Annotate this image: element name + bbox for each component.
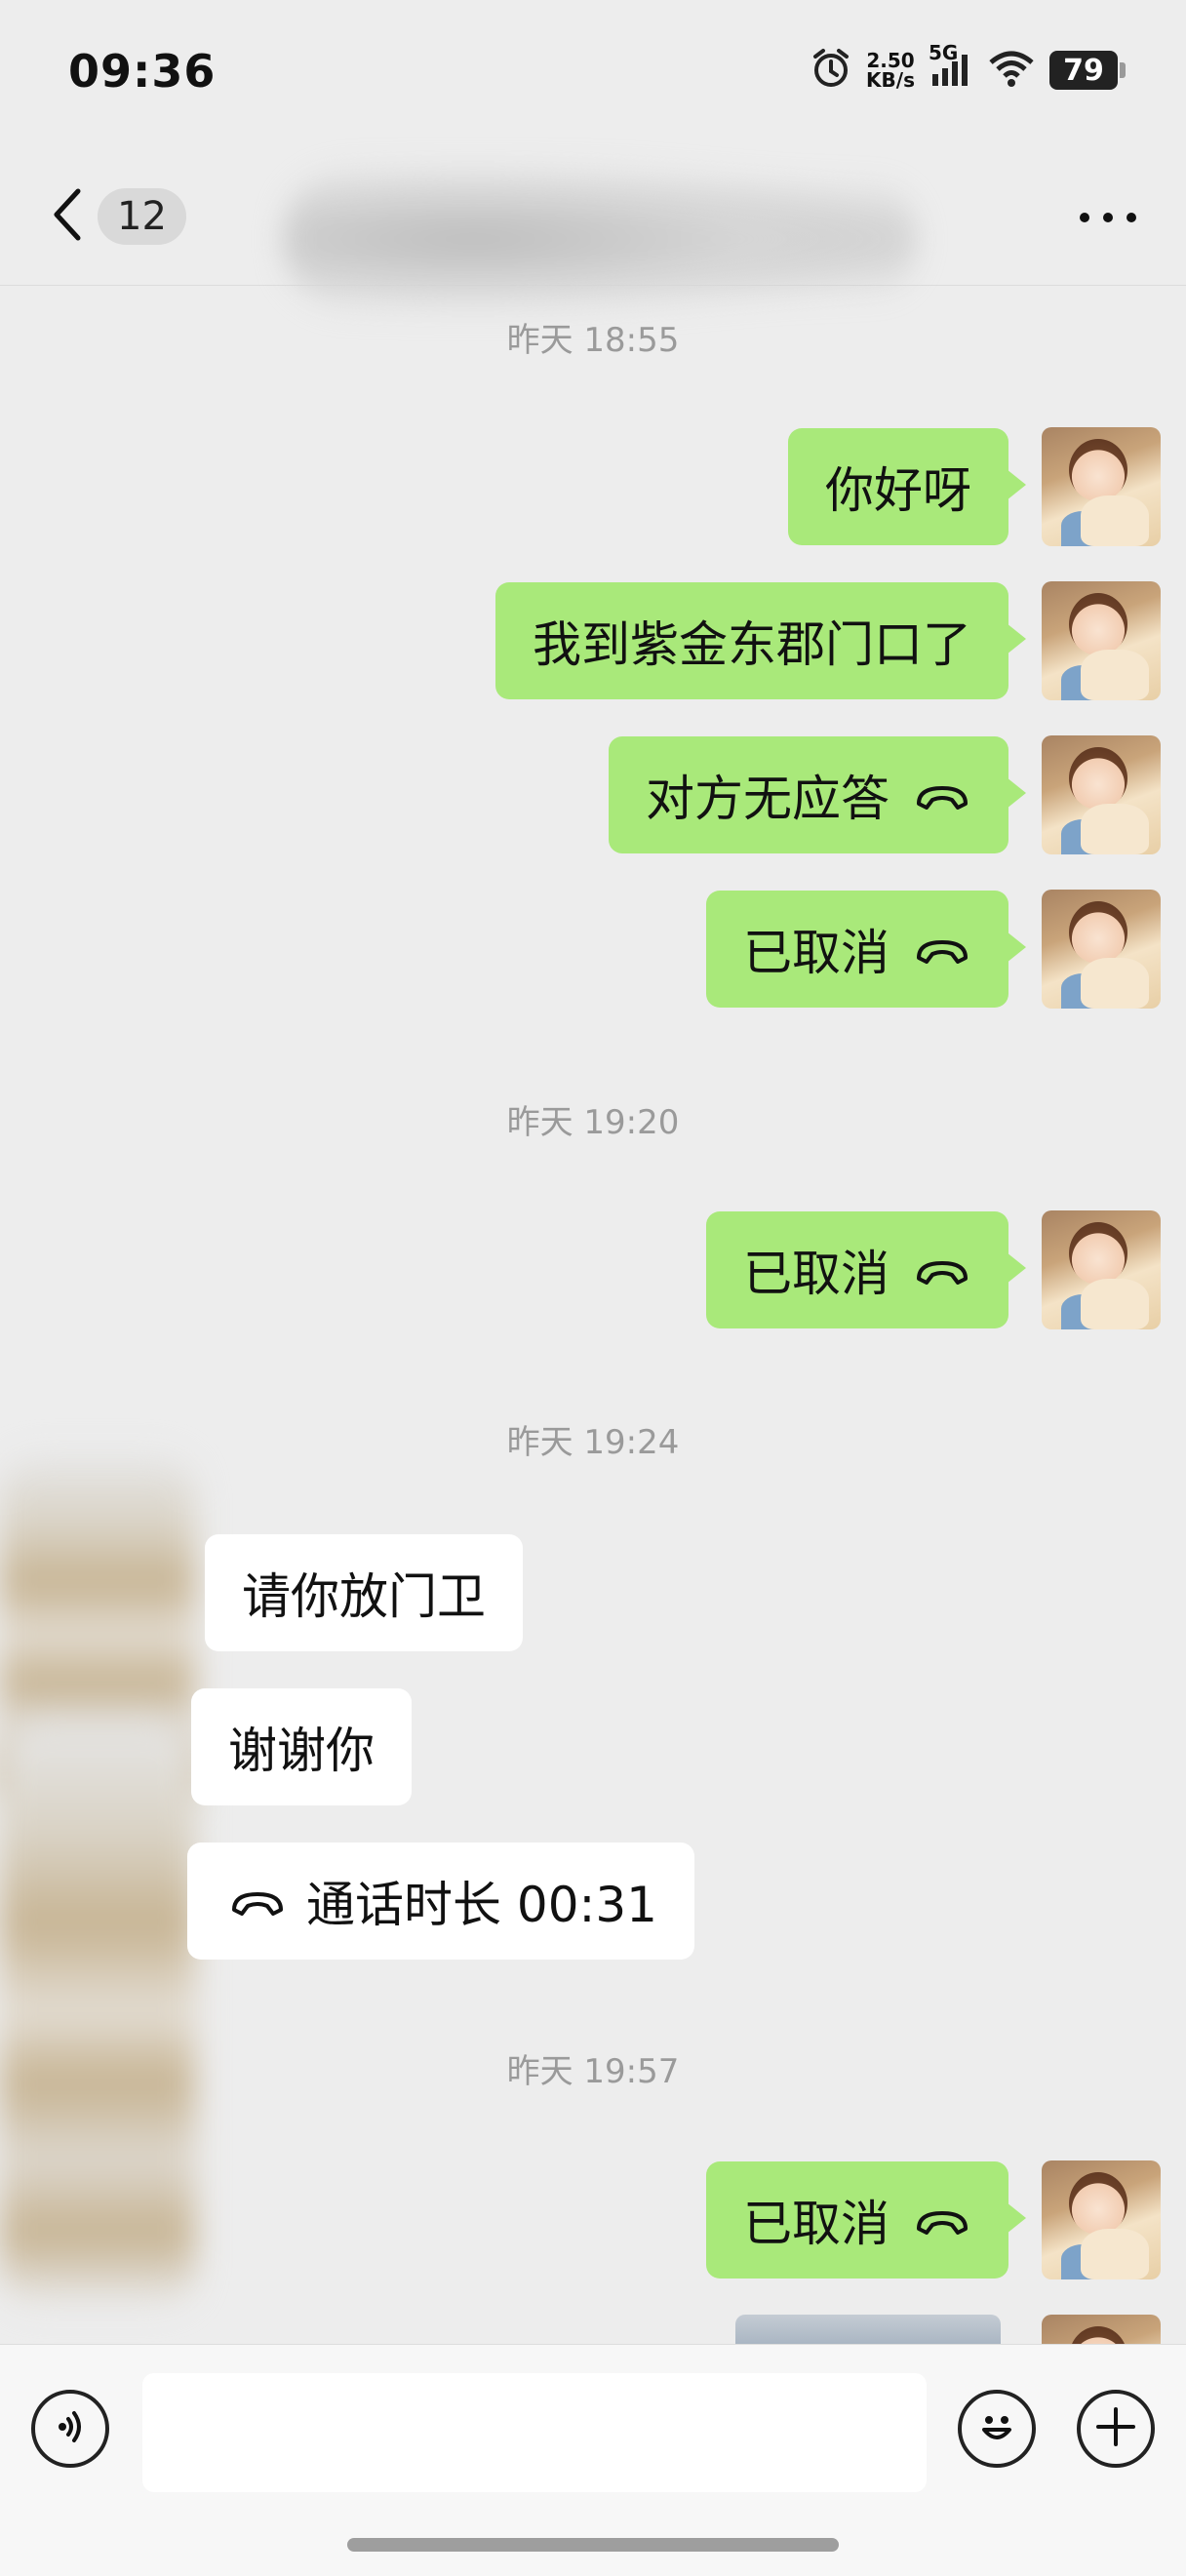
phone-hangup-icon — [228, 1873, 287, 1929]
message-bubble[interactable]: 已取消 — [706, 2161, 1026, 2279]
net-speed-unit: KB/s — [866, 68, 915, 92]
message-timestamp: 昨天 19:20 — [506, 1103, 680, 1142]
message-input[interactable] — [142, 2373, 927, 2492]
message-timestamp: 昨天 19:24 — [506, 1423, 680, 1462]
message-bubble[interactable]: 已取消 — [706, 891, 1026, 1008]
avatar[interactable] — [1042, 735, 1161, 854]
outgoing-call-message: 已取消 — [706, 890, 1161, 1009]
incoming-message: 请你放门卫 — [205, 1534, 523, 1651]
back-button[interactable]: 12 — [49, 185, 186, 248]
message-bubble[interactable]: 已取消 — [706, 1211, 1026, 1328]
avatar[interactable] — [1042, 427, 1161, 546]
voice-icon — [51, 2407, 90, 2450]
input-bar — [0, 2344, 1186, 2576]
message-text: 对方无应答 — [646, 771, 890, 827]
message-text: 已取消 — [743, 2196, 890, 2252]
sender-avatar-blurred[interactable] — [0, 1720, 195, 2305]
outgoing-message: 你好呀 — [788, 427, 1161, 546]
status-time: 09:36 — [68, 45, 217, 98]
emoji-button[interactable] — [958, 2390, 1036, 2468]
incoming-call-message: 通话时长 00:31 — [187, 1843, 694, 1960]
more-options-button[interactable] — [1079, 197, 1137, 223]
incoming-message: 谢谢你 — [191, 1688, 412, 1805]
emoji-icon — [972, 2402, 1021, 2455]
message-timestamp: 昨天 18:55 — [506, 321, 680, 360]
phone-hangup-icon — [913, 767, 971, 823]
message-text: 请你放门卫 — [242, 1568, 486, 1625]
avatar[interactable] — [1042, 890, 1161, 1009]
message-text: 我到紫金东郡门口了 — [533, 616, 971, 673]
chevron-left-icon — [49, 185, 84, 248]
message-text: 已取消 — [743, 925, 890, 981]
message-text: 你好呀 — [825, 462, 971, 519]
message-bubble[interactable]: 你好呀 — [788, 428, 1026, 545]
message-bubble[interactable]: 对方无应答 — [609, 736, 1026, 853]
message-list[interactable]: 昨天 18:55 你好呀 我到紫金东郡门口了 对方无应答 已取消 昨天 19:2… — [0, 286, 1186, 2344]
network-type: 5G — [929, 41, 959, 64]
message-bubble[interactable]: 通话时长 00:31 — [187, 1843, 694, 1960]
alarm-icon — [810, 47, 852, 94]
more-dots-icon — [1079, 178, 1137, 235]
avatar[interactable] — [1042, 1210, 1161, 1329]
message-timestamp: 昨天 19:57 — [506, 2052, 680, 2091]
outgoing-call-message: 对方无应答 — [609, 735, 1161, 854]
avatar[interactable] — [1042, 2160, 1161, 2279]
unread-count-badge: 12 — [98, 188, 186, 245]
plus-icon — [1094, 2399, 1137, 2458]
message-bubble[interactable]: 请你放门卫 — [205, 1534, 523, 1651]
message-text: 谢谢你 — [228, 1723, 375, 1779]
avatar[interactable] — [1042, 581, 1161, 700]
avatar[interactable] — [1042, 2315, 1161, 2344]
message-bubble[interactable]: 我到紫金东郡门口了 — [495, 582, 1026, 699]
net-speed: 2.50 KB/s — [866, 51, 915, 90]
message-text: 通话时长 00:31 — [306, 1877, 657, 1933]
battery-indicator: 79 — [1049, 51, 1126, 90]
chat-header: 12 — [0, 146, 1186, 312]
net-speed-value: 2.50 — [866, 49, 915, 72]
phone-hangup-icon — [913, 2192, 971, 2248]
signal-icon: 5G — [929, 41, 973, 92]
image-message-partial[interactable] — [735, 2315, 1001, 2344]
more-actions-button[interactable] — [1077, 2390, 1155, 2468]
status-bar: 09:36 2.50 KB/s 5G 79 — [0, 0, 1186, 146]
home-indicator[interactable] — [347, 2538, 839, 2552]
voice-input-button[interactable] — [31, 2390, 109, 2468]
outgoing-call-message: 已取消 — [706, 2160, 1161, 2279]
outgoing-message: 我到紫金东郡门口了 — [495, 581, 1161, 700]
phone-hangup-icon — [913, 1242, 971, 1298]
phone-hangup-icon — [913, 921, 971, 977]
message-text: 已取消 — [743, 1246, 890, 1302]
status-icons: 2.50 KB/s 5G 79 — [810, 41, 1126, 94]
wifi-icon — [987, 49, 1036, 92]
message-bubble[interactable]: 谢谢你 — [191, 1688, 412, 1805]
outgoing-call-message: 已取消 — [706, 1210, 1161, 1329]
